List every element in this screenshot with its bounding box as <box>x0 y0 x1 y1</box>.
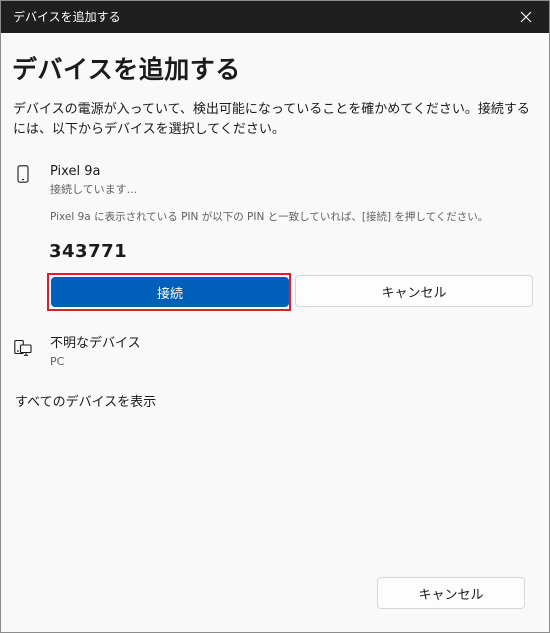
pin-code: 343771 <box>49 241 128 262</box>
cancel-button[interactable]: キャンセル <box>377 577 525 609</box>
pairing-button-row: 接続 キャンセル <box>47 273 535 311</box>
dialog-content: デバイスを追加する デバイスの電源が入っていて、検出可能になっていることを確かめ… <box>1 33 549 632</box>
device-status: 接続しています... <box>50 183 138 196</box>
show-all-devices-link[interactable]: すべてのデバイスを表示 <box>15 394 156 412</box>
unknown-device-type: PC <box>50 355 65 368</box>
unknown-device-name: 不明なデバイス <box>50 336 141 351</box>
close-icon <box>520 11 532 23</box>
connect-button[interactable]: 接続 <box>51 277 289 307</box>
phone-icon <box>17 165 29 183</box>
add-device-window: デバイスを追加する デバイスを追加する デバイスの電源が入っていて、検出可能にな… <box>0 0 550 633</box>
title-bar: デバイスを追加する <box>1 1 549 33</box>
pin-instruction: Pixel 9a に表示されている PIN が以下の PIN と一致していれば、… <box>50 211 489 223</box>
instructions-text: デバイスの電源が入っていて、検出可能になっていることを確かめてください。接続する… <box>13 102 530 137</box>
page-title: デバイスを追加する <box>12 55 241 84</box>
pairing-cancel-button[interactable]: キャンセル <box>295 275 533 307</box>
pc-icon <box>14 339 32 356</box>
close-button[interactable] <box>503 1 549 33</box>
window-title: デバイスを追加する <box>13 10 121 24</box>
device-name: Pixel 9a <box>50 164 101 179</box>
